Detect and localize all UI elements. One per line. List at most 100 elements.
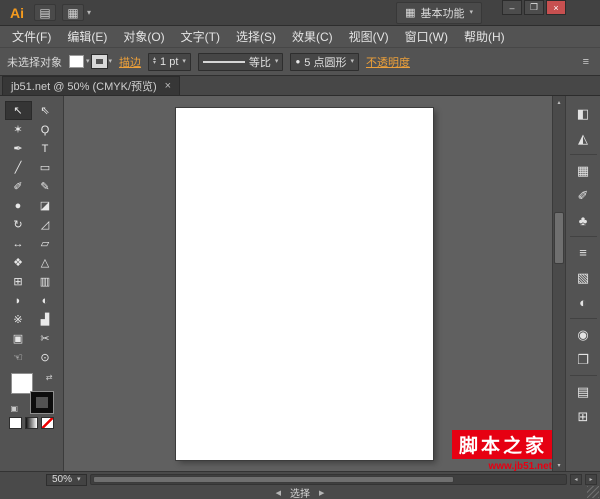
brush-preview-icon: ●: [295, 57, 301, 66]
chevron-down-icon[interactable]: ▾: [350, 58, 354, 65]
color-button[interactable]: [9, 417, 22, 429]
hand-tool[interactable]: ☜: [5, 348, 32, 367]
line-segment-tool[interactable]: ╱: [5, 158, 32, 177]
layers-panel-icon[interactable]: ▤: [570, 379, 597, 404]
menu-type[interactable]: 文字(T): [173, 26, 228, 47]
menu-view[interactable]: 视图(V): [341, 26, 397, 47]
stroke-profile-preview: [202, 60, 245, 63]
rotate-tool[interactable]: ↻: [5, 215, 32, 234]
arrange-documents-icon[interactable]: ▦: [62, 4, 84, 21]
stepper-arrows[interactable]: ▴ ▾: [153, 56, 156, 66]
width-profile-select[interactable]: 等比 ▾: [197, 52, 284, 71]
next-artboard-icon[interactable]: ▶: [319, 489, 324, 497]
brush-definition-select[interactable]: ● 5 点圆形 ▾: [290, 52, 359, 71]
stroke-panel-icon[interactable]: ≡: [570, 240, 597, 265]
symbols-panel-icon[interactable]: ♣: [570, 208, 597, 233]
canvas[interactable]: 脚本之家 www.jb51.net ▴ ▾: [64, 96, 565, 471]
perspective-grid-tool[interactable]: △: [32, 253, 59, 272]
type-tool[interactable]: T: [32, 139, 59, 158]
stroke-weight-field[interactable]: ▴ ▾ 1 pt ▾: [148, 52, 191, 71]
appearance-panel-icon[interactable]: ◉: [570, 322, 597, 347]
resize-grip[interactable]: [587, 486, 599, 498]
scroll-up-icon[interactable]: ▴: [553, 96, 565, 108]
eraser-tool[interactable]: ◪: [32, 196, 59, 215]
blob-brush-tool[interactable]: ●: [5, 196, 32, 215]
close-button[interactable]: ×: [546, 0, 566, 15]
direct-selection-tool[interactable]: ⇖: [32, 101, 59, 120]
chevron-down-icon[interactable]: ▾: [87, 8, 91, 17]
gradient-tool[interactable]: ▥: [32, 272, 59, 291]
horizontal-scrollbar[interactable]: [89, 474, 567, 485]
vertical-scrollbar-thumb[interactable]: [554, 212, 564, 264]
vertical-scrollbar[interactable]: ▴ ▾: [552, 96, 565, 471]
stroke-color-box[interactable]: [29, 391, 54, 414]
shape-builder-tool[interactable]: ❖: [5, 253, 32, 272]
chevron-down-icon[interactable]: ▾: [182, 58, 186, 65]
scale-tool[interactable]: ◿: [32, 215, 59, 234]
pen-tool[interactable]: ✒: [5, 139, 32, 158]
magic-wand-tool[interactable]: ✶: [5, 120, 32, 139]
prev-artboard-icon[interactable]: ◀: [276, 489, 281, 497]
width-tool[interactable]: ↔: [5, 234, 32, 253]
transparency-panel-icon[interactable]: ◐: [570, 290, 597, 315]
opacity-panel-link[interactable]: 不透明度: [366, 54, 410, 70]
zoom-tool[interactable]: ⊙: [32, 348, 59, 367]
menu-select[interactable]: 选择(S): [228, 26, 284, 47]
slice-tool[interactable]: ✂: [32, 329, 59, 348]
menu-object[interactable]: 对象(O): [115, 26, 172, 47]
artboards-panel-icon[interactable]: ⊞: [570, 404, 597, 429]
selection-tool[interactable]: ↖: [4, 101, 32, 120]
panel-menu-icon[interactable]: ≡: [580, 56, 593, 68]
rectangle-tool[interactable]: ▭: [32, 158, 59, 177]
tab-close-icon[interactable]: ×: [165, 80, 171, 92]
swatches-panel-icon[interactable]: ▦: [570, 158, 597, 183]
lasso-tool[interactable]: Ϙ: [32, 120, 59, 139]
scroll-left-icon[interactable]: ◂: [570, 474, 582, 485]
minimize-button[interactable]: –: [502, 0, 522, 15]
artboard-tool[interactable]: ▣: [5, 329, 32, 348]
fill-stroke-indicator[interactable]: ⇄ ▣: [10, 373, 54, 414]
paintbrush-tool[interactable]: ✐: [5, 177, 32, 196]
menu-help[interactable]: 帮助(H): [456, 26, 513, 47]
free-transform-tool[interactable]: ▱: [32, 234, 59, 253]
mesh-tool[interactable]: ⊞: [5, 272, 32, 291]
restore-button[interactable]: ❐: [524, 0, 544, 15]
chevron-down-icon: ▾: [77, 476, 81, 483]
menu-file[interactable]: 文件(F): [4, 26, 59, 47]
pencil-tool[interactable]: ✎: [32, 177, 59, 196]
gradient-button[interactable]: [25, 417, 38, 429]
panel-icon-strip: ◧ ◭ ▦ ✐ ♣ ≡ ▧ ◐ ◉ ❐ ▤ ⊞: [565, 96, 600, 471]
workspace-switcher-button[interactable]: ▦ 基本功能 ▾: [396, 1, 482, 24]
fill-color-swatch[interactable]: [69, 55, 84, 68]
chevron-down-icon[interactable]: ▾: [86, 58, 90, 65]
horizontal-scrollbar-thumb[interactable]: [92, 476, 454, 483]
column-graph-tool[interactable]: ▟: [32, 310, 59, 329]
gradient-panel-icon[interactable]: ▧: [570, 265, 597, 290]
main-area: ↖ ⇖ ✶ Ϙ ✒ T ╱ ▭ ✐ ✎ ● ◪ ↻ ◿ ↔ ▱ ❖ △ ⊞ ▥ ◗ ◐ ※ ▟ ▣ ✂ ☜ ⊙ ⇄ ▣ 脚本之家 ww…: [0, 96, 600, 471]
bridge-icon[interactable]: ▤: [34, 4, 56, 21]
menu-window[interactable]: 窗口(W): [397, 26, 456, 47]
color-panel-icon[interactable]: ◧: [570, 101, 597, 126]
swap-fill-stroke-icon[interactable]: ⇄: [46, 373, 53, 382]
menu-edit[interactable]: 编辑(E): [59, 26, 115, 47]
scroll-down-icon[interactable]: ▾: [553, 459, 565, 471]
stepper-down-icon[interactable]: ▾: [153, 60, 156, 66]
scroll-right-icon[interactable]: ▸: [585, 474, 597, 485]
symbol-sprayer-tool[interactable]: ※: [5, 310, 32, 329]
stroke-panel-link[interactable]: 描边: [119, 54, 141, 70]
color-guide-panel-icon[interactable]: ◭: [570, 126, 597, 151]
zoom-level-select[interactable]: 50% ▾: [46, 473, 87, 486]
menu-effect[interactable]: 效果(C): [284, 26, 341, 47]
chevron-down-icon[interactable]: ▾: [109, 58, 113, 65]
none-button[interactable]: [41, 417, 54, 429]
chevron-down-icon[interactable]: ▾: [275, 58, 279, 65]
default-fill-stroke-icon[interactable]: ▣: [11, 404, 19, 413]
blend-tool[interactable]: ◐: [32, 291, 59, 310]
stroke-color-swatch[interactable]: [90, 54, 108, 69]
eyedropper-tool[interactable]: ◗: [5, 291, 32, 310]
artboard[interactable]: [175, 107, 434, 461]
fill-color-box[interactable]: [10, 373, 33, 394]
brushes-panel-icon[interactable]: ✐: [570, 183, 597, 208]
document-tab[interactable]: jb51.net @ 50% (CMYK/预览) ×: [2, 76, 181, 95]
graphic-styles-panel-icon[interactable]: ❐: [570, 347, 597, 372]
